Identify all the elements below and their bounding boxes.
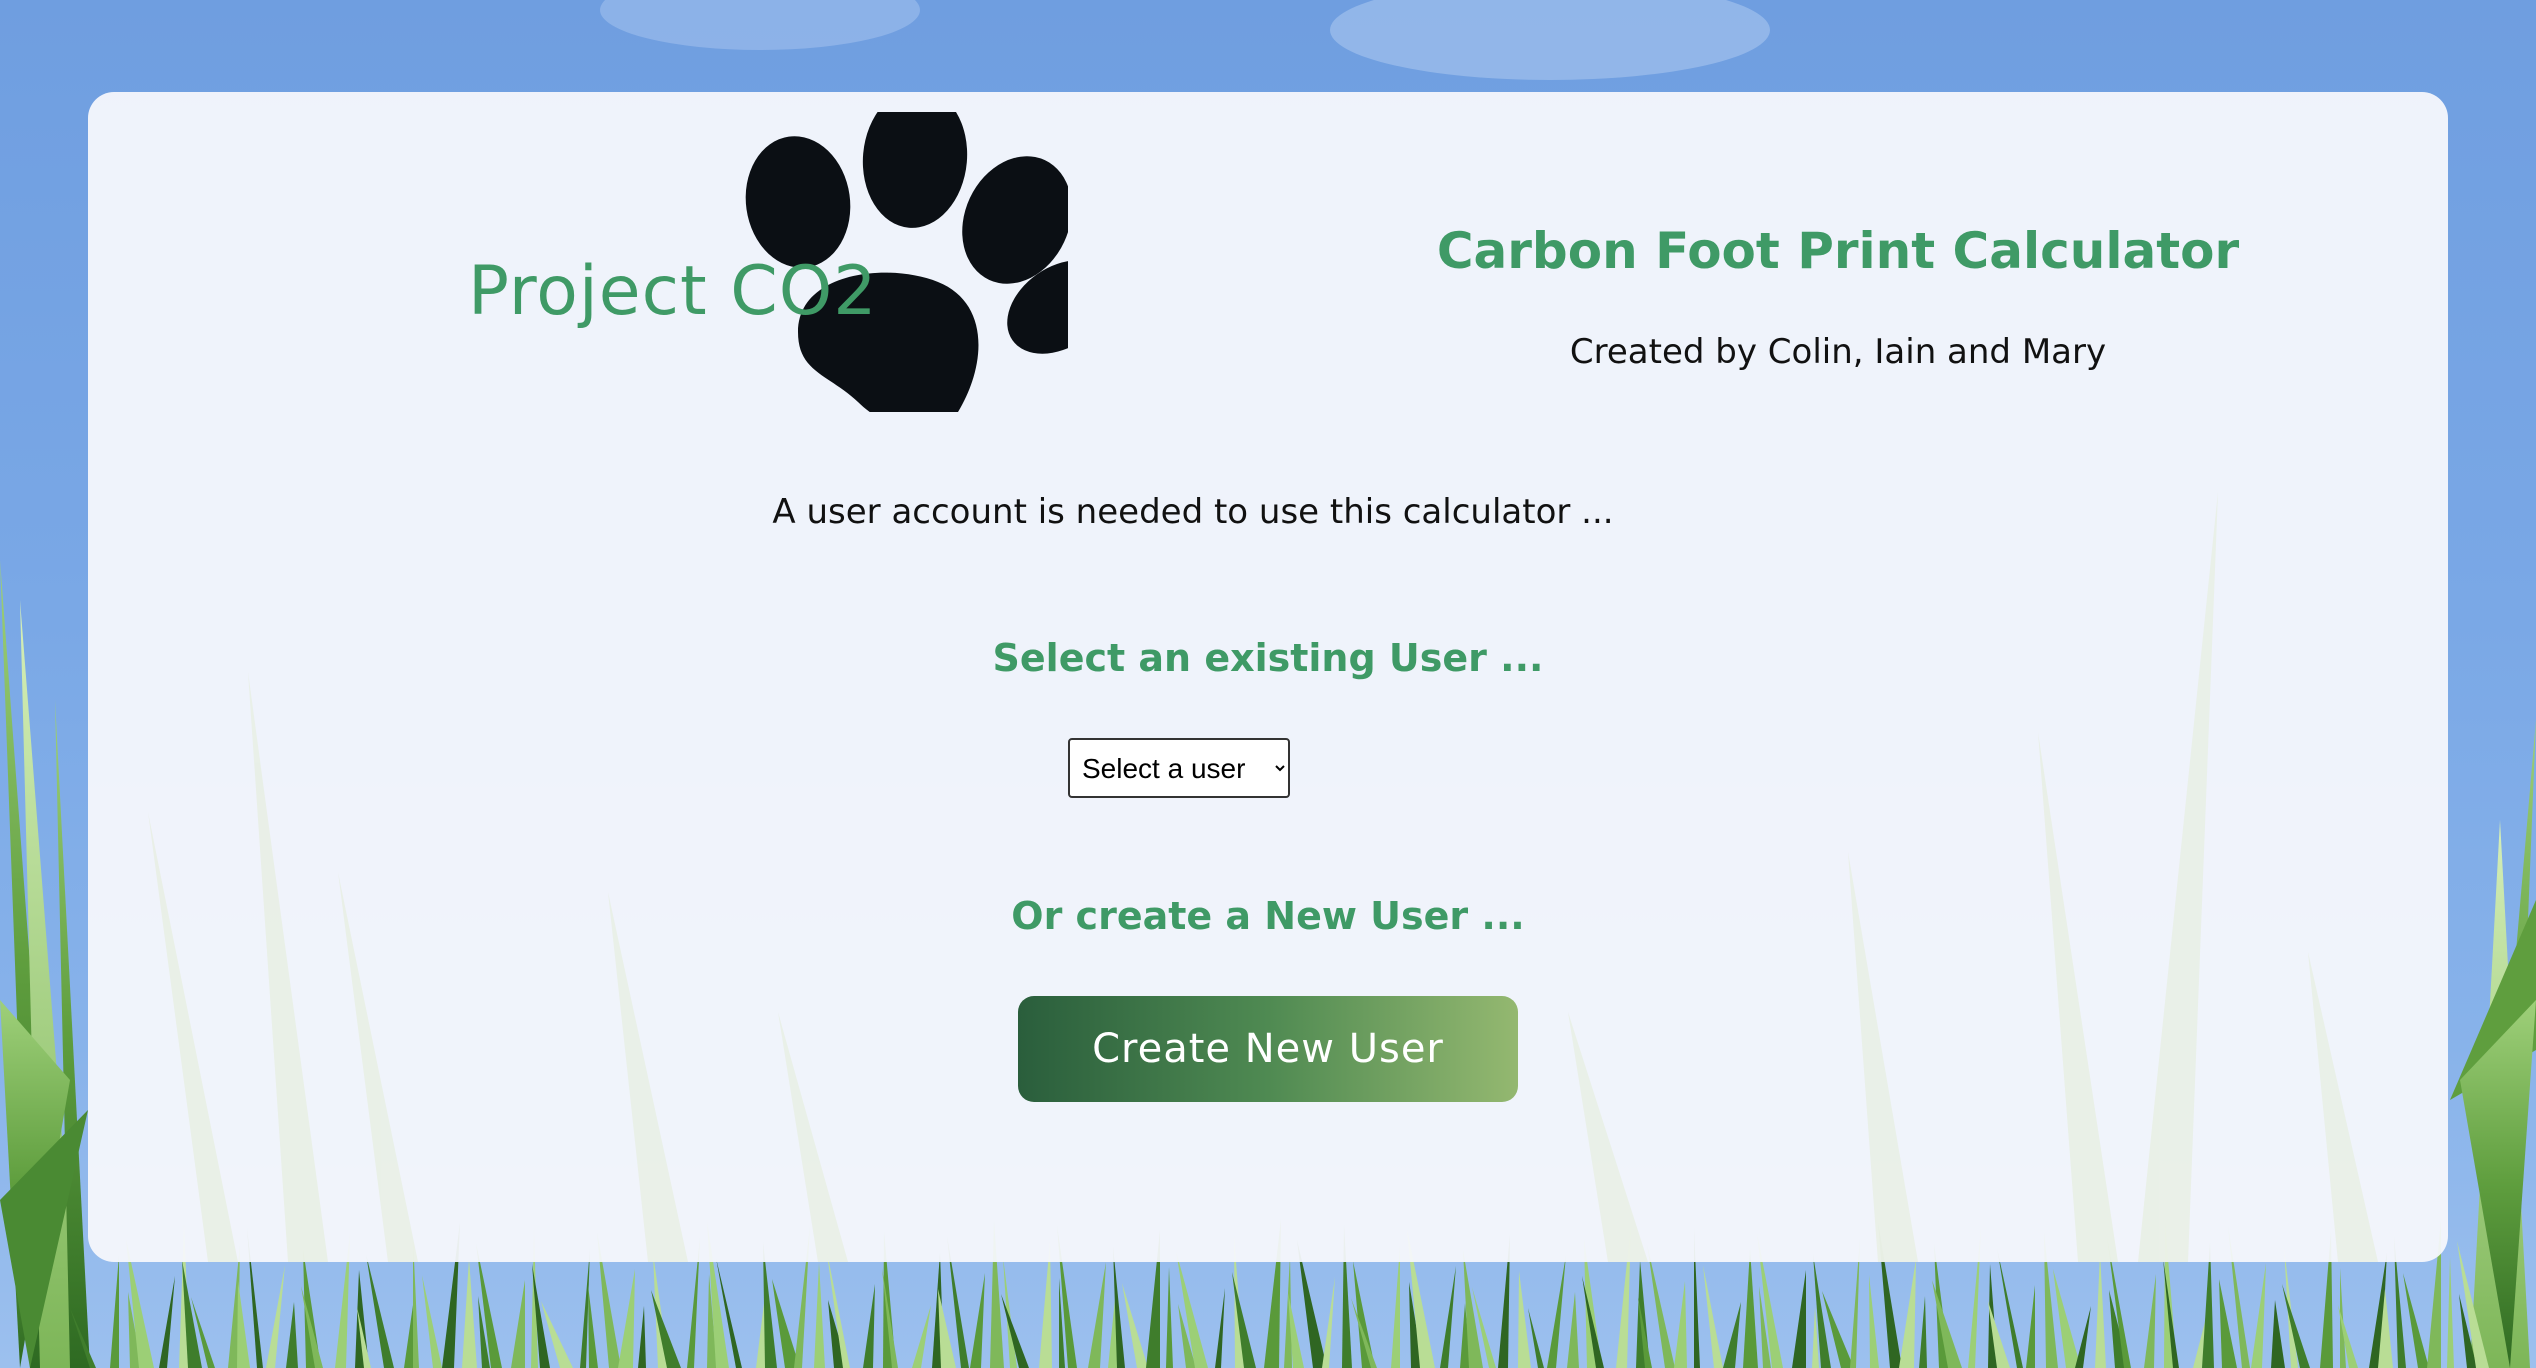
grass-blade <box>2403 1273 2429 1368</box>
grass-blade <box>588 1285 598 1368</box>
grass-blade <box>814 1263 825 1368</box>
grass-blade <box>1567 1292 1579 1368</box>
grass-blade <box>1088 1262 1106 1368</box>
grass-blade <box>1122 1283 1148 1368</box>
create-user-heading: Or create a New User ... <box>1011 894 1525 938</box>
grass-blade <box>1528 1308 1544 1368</box>
main-card: Project CO2 Carbon Foot Print Calculator… <box>88 92 2448 1262</box>
grass-blade <box>1003 1257 1017 1368</box>
grass-blade <box>1440 1266 1456 1368</box>
grass-blade <box>1919 1296 1927 1368</box>
grass-blade <box>1391 1245 1400 1368</box>
create-new-user-button[interactable]: Create New User <box>1018 996 1518 1102</box>
grass-blade <box>863 1284 875 1368</box>
grass-blade <box>462 1259 477 1368</box>
logo-text-project: Project <box>468 252 708 331</box>
grass-blade <box>422 1275 442 1368</box>
grass-blade <box>511 1280 525 1368</box>
grass-blade <box>1899 1259 1916 1368</box>
grass-blade <box>1166 1267 1173 1368</box>
grass-blade <box>1743 1249 1758 1368</box>
grass-blade <box>110 1255 119 1368</box>
project-co2-logo: Project CO2 <box>468 112 1068 412</box>
grass-blade <box>1215 1288 1225 1368</box>
grass-blade <box>366 1254 394 1368</box>
grass-blade <box>286 1302 298 1368</box>
grass-blade <box>1792 1270 1806 1368</box>
grass-blade <box>756 1295 765 1368</box>
grass-blade <box>638 1306 646 1368</box>
grass-blade <box>2271 1300 2285 1368</box>
grass-blade <box>1674 1281 1687 1368</box>
grass-blade <box>1703 1265 1723 1368</box>
grass-blade <box>2053 1269 2081 1368</box>
grass-blade <box>1869 1275 1879 1368</box>
grass-blade <box>1176 1251 1208 1368</box>
logo-text: Project CO2 <box>468 252 878 331</box>
grass-blade <box>970 1273 985 1368</box>
grass-blade <box>1723 1302 1741 1368</box>
grass-blade <box>912 1305 931 1368</box>
grass-blade <box>2251 1263 2266 1368</box>
page-subtitle: Created by Colin, Iain and Mary <box>1569 332 2107 372</box>
grass-blade <box>266 1265 285 1368</box>
grass-blade <box>618 1269 635 1368</box>
grass-blade <box>2095 1253 2106 1368</box>
logo-text-co2: CO2 <box>730 252 878 331</box>
account-notice: A user account is needed to use this cal… <box>88 492 2448 532</box>
page-title: Carbon Foot Print Calculator <box>1436 222 2240 280</box>
grass-blade <box>2219 1279 2237 1368</box>
grass-blade <box>2284 1247 2298 1368</box>
grass-blade <box>1547 1255 1566 1368</box>
user-select-wrapper: Select a user <box>1068 738 1290 798</box>
grass-blade <box>1322 1277 1335 1368</box>
grass-blade <box>2447 1257 2454 1368</box>
select-user-heading: Select an existing User ... <box>992 636 1544 680</box>
grass-blade <box>159 1276 175 1368</box>
grass-blade <box>1518 1271 1531 1368</box>
grass-blade <box>2144 1274 2156 1368</box>
account-notice-text: A user account is needed to use this cal… <box>772 492 1614 532</box>
grass-blade <box>2026 1285 2035 1368</box>
user-select[interactable]: Select a user <box>1068 738 1290 798</box>
grass-blade <box>1647 1244 1675 1368</box>
grass-blade <box>237 1281 250 1368</box>
